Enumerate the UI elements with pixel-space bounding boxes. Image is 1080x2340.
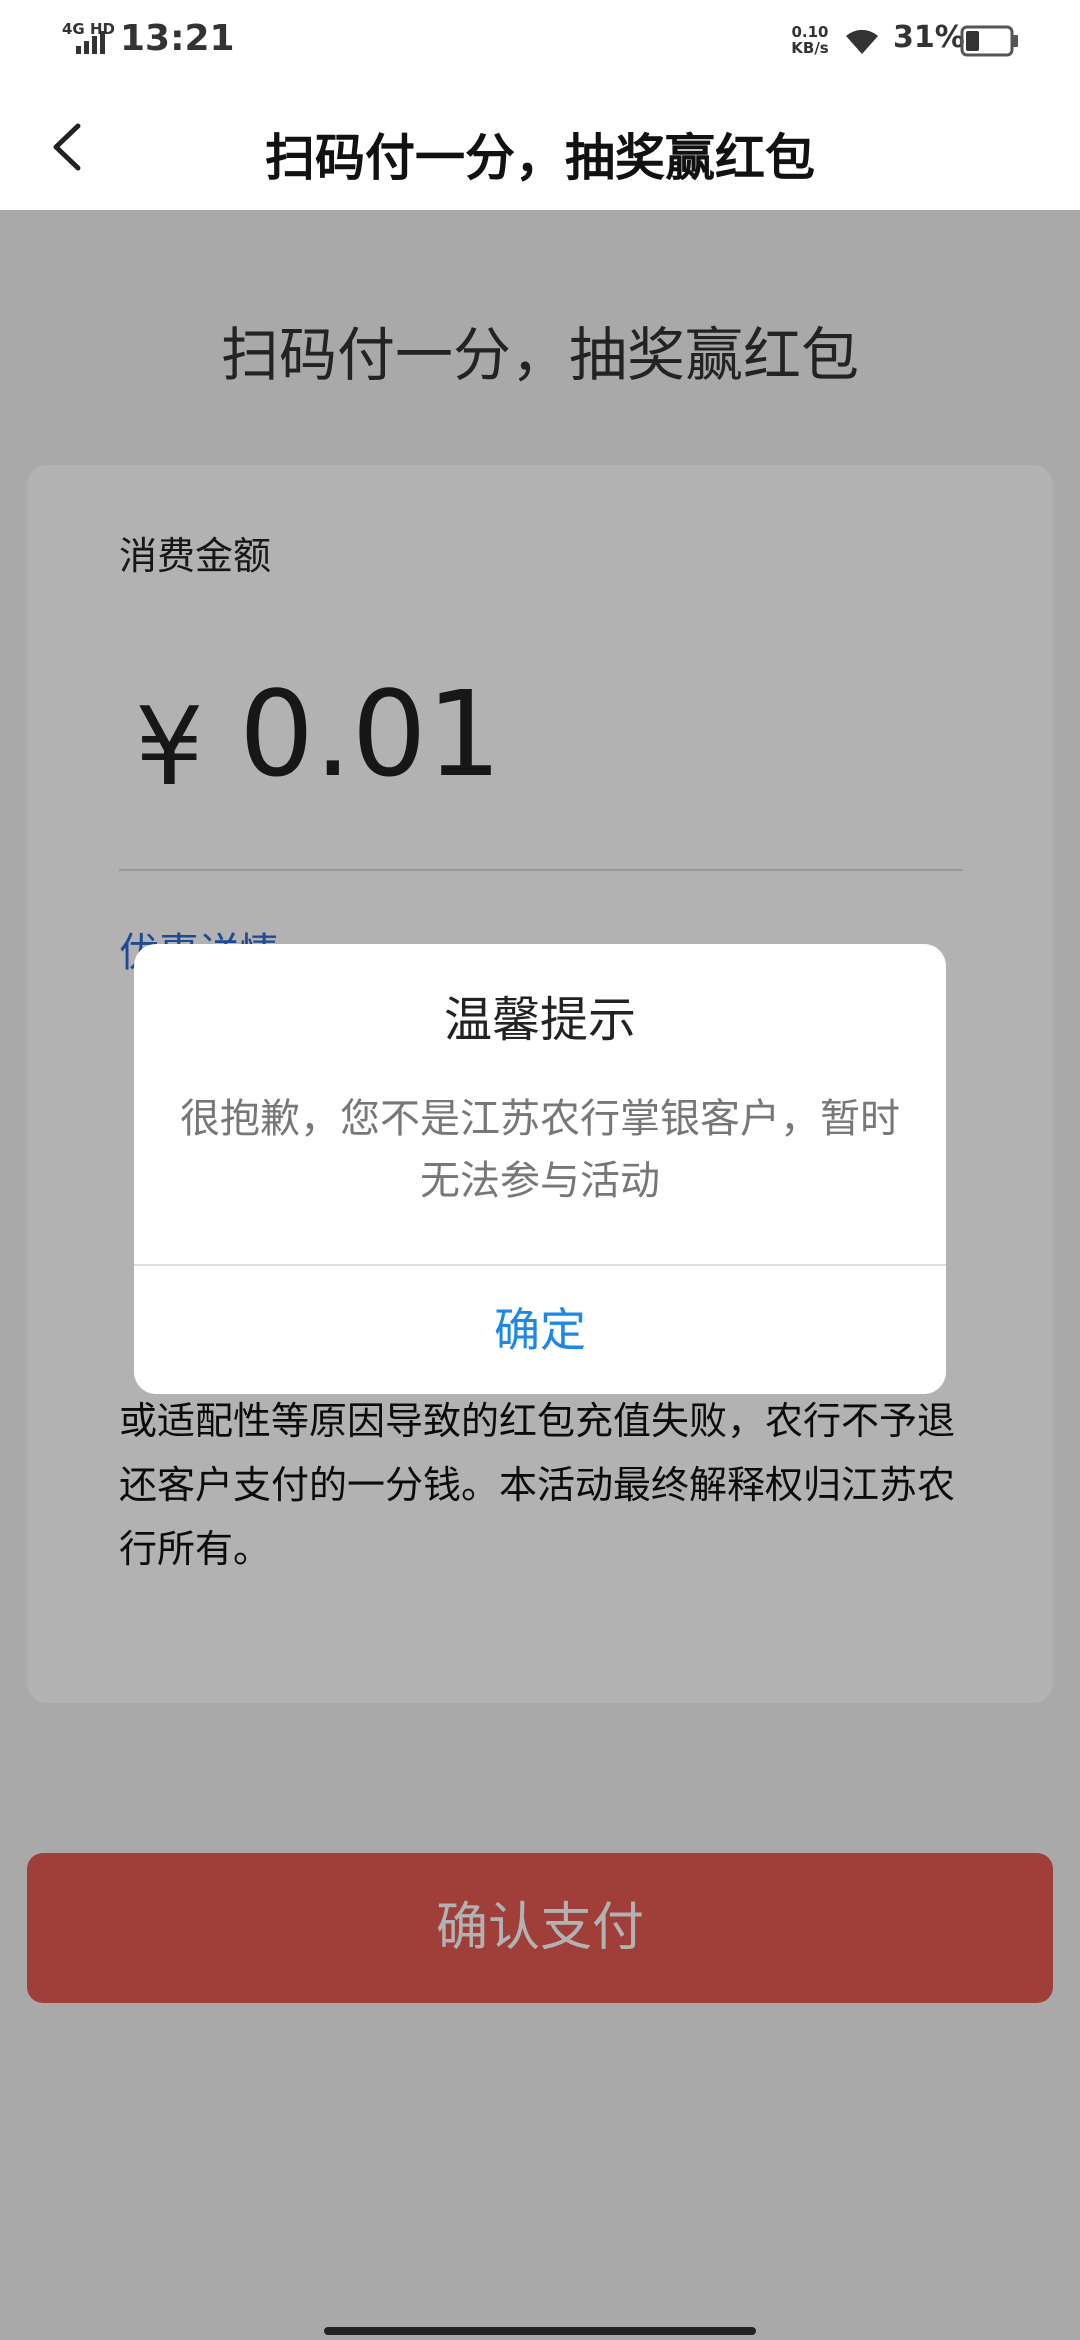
speed-unit: KB/s xyxy=(791,39,829,57)
battery-icon xyxy=(960,25,1018,57)
wifi-icon xyxy=(846,29,878,54)
status-bar: 4G HD 13:21 0.10 KB/s 31% xyxy=(0,0,1080,84)
nav-title: 扫码付一分，抽奖赢红包 xyxy=(265,129,815,187)
nav-bar: 扫码付一分，抽奖赢红包 xyxy=(0,84,1080,210)
battery-percent: 31% xyxy=(893,20,965,55)
speed-value: 0.10 xyxy=(791,23,829,41)
network-speed: 0.10 KB/s xyxy=(788,24,832,56)
dialog-confirm-button[interactable]: 确定 xyxy=(134,1266,946,1394)
alert-dialog: 温馨提示 很抱歉，您不是江苏农行掌银客户，暂时无法参与活动 确定 xyxy=(134,944,946,1394)
clock: 13:21 xyxy=(120,18,235,59)
battery-fill xyxy=(966,31,980,51)
signal-icon xyxy=(76,31,105,54)
dialog-message: 很抱歉，您不是江苏农行掌银客户，暂时无法参与活动 xyxy=(180,1096,900,1204)
dialog-title: 温馨提示 xyxy=(443,992,636,1048)
